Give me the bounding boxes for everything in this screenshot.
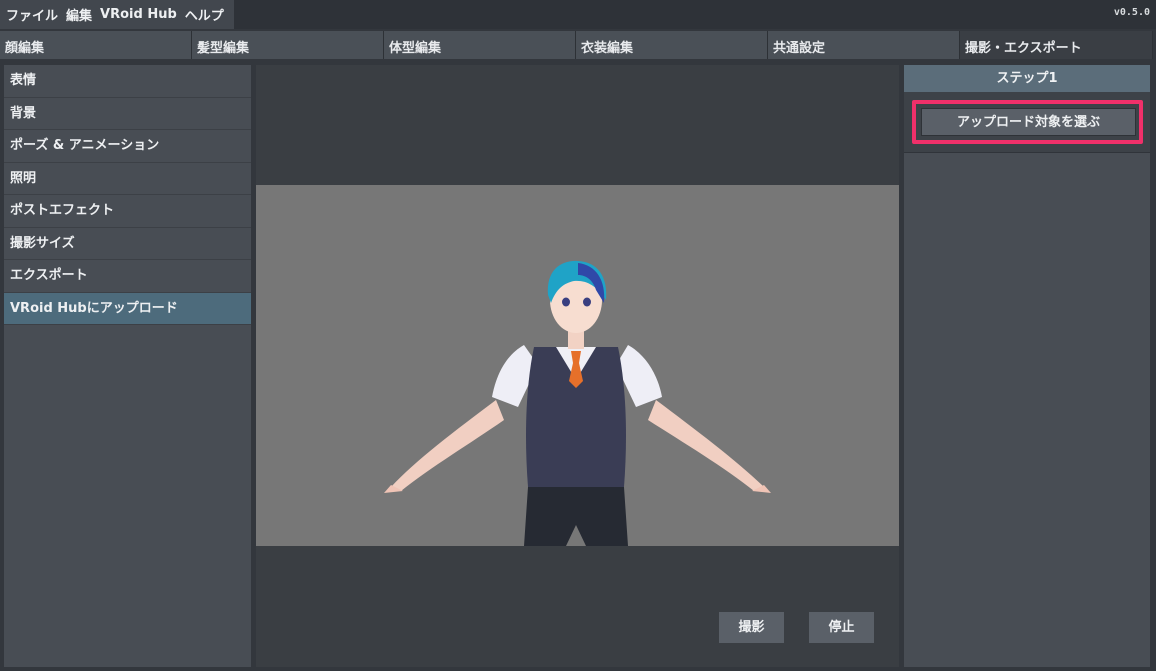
tab-body[interactable]: 体型編集 [384,31,576,59]
left-eye [562,297,570,307]
avatar-model [384,260,771,546]
model-viewport[interactable] [256,185,899,546]
side-item-lighting[interactable]: 照明 [4,163,251,195]
menu-file[interactable]: ファイル [0,5,58,24]
menu-bar: ファイル 編集 VRoid Hub ヘルプ v0.5.0 [0,0,1156,29]
tab-hair[interactable]: 髪型編集 [192,31,384,59]
tab-capture-export[interactable]: 撮影・エクスポート [960,31,1153,59]
side-item-background[interactable]: 背景 [4,98,251,130]
version-label: v0.5.0 [1113,7,1150,18]
right-arm [648,400,764,491]
tab-common-settings[interactable]: 共通設定 [768,31,960,59]
step-title: ステップ1 [904,65,1150,92]
menu-vroid-hub[interactable]: VRoid Hub [100,7,177,22]
side-menu: 表情 背景 ポーズ & アニメーション 照明 ポストエフェクト 撮影サイズ エク… [4,65,251,667]
step-panel: ステップ1 アップロード対象を選ぶ [904,65,1150,667]
side-item-pose-animation[interactable]: ポーズ & アニメーション [4,130,251,163]
side-item-post-effect[interactable]: ポストエフェクト [4,195,251,228]
menu-help[interactable]: ヘルプ [185,5,224,24]
stop-button[interactable]: 停止 [809,612,874,643]
side-item-export[interactable]: エクスポート [4,260,251,293]
select-upload-target-button[interactable]: アップロード対象を選ぶ [921,108,1136,136]
capture-button[interactable]: 撮影 [719,612,784,643]
tab-outfit[interactable]: 衣装編集 [576,31,768,59]
tab-face[interactable]: 顔編集 [0,31,192,59]
pants [524,487,628,546]
editor-tabs: 顔編集 髪型編集 体型編集 衣装編集 共通設定 撮影・エクスポート [0,31,1156,59]
left-arm [391,400,504,491]
side-item-upload-vroid-hub[interactable]: VRoid Hubにアップロード [4,292,251,325]
center-area: 撮影 停止 [256,65,899,667]
side-item-capture-size[interactable]: 撮影サイズ [4,228,251,260]
menu-edit[interactable]: 編集 [66,5,92,24]
right-eye [583,297,591,307]
step-body: アップロード対象を選ぶ [904,92,1150,153]
menu-items: ファイル 編集 VRoid Hub ヘルプ [0,0,234,29]
side-item-expression[interactable]: 表情 [4,65,251,98]
